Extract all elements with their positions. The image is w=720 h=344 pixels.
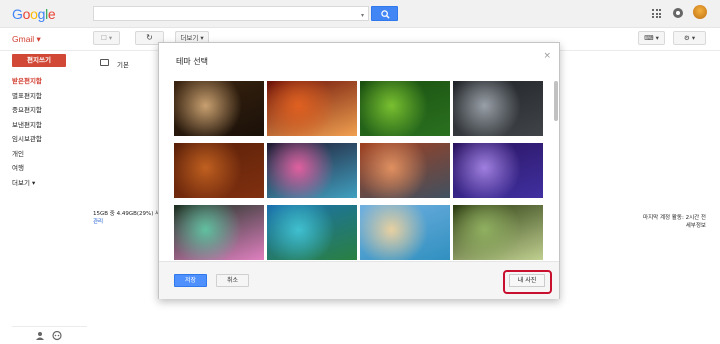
- logo-letter: o: [30, 6, 38, 22]
- notifications-icon[interactable]: [673, 8, 683, 18]
- tab-primary[interactable]: 기본: [117, 59, 129, 69]
- dialog-title: 테마 선택: [176, 57, 208, 66]
- inbox-tab-icon: [100, 59, 109, 66]
- hangouts-icon[interactable]: [52, 331, 62, 341]
- footer-icons: [36, 331, 62, 341]
- avatar[interactable]: [693, 5, 707, 19]
- dialog-footer: 저장 취소 내 사진: [159, 261, 559, 299]
- top-bar: Google ▾: [0, 0, 720, 28]
- search-button[interactable]: [371, 6, 398, 21]
- activity-details-link[interactable]: 세부정보: [643, 222, 706, 230]
- theme-thumbnail-rainbow-light[interactable]: [174, 205, 264, 260]
- logo-letter: G: [12, 6, 23, 22]
- close-icon[interactable]: ×: [543, 51, 551, 61]
- theme-thumbnail-tropical-lake[interactable]: [267, 205, 357, 260]
- sidebar-nav: 받은편지함 별표편지함 중요편지함 보낸편지함 임시보관함 개인 여행 더보기 …: [12, 74, 92, 190]
- logo-letter: o: [22, 6, 31, 22]
- input-tools-button[interactable]: ⌨ ▾: [638, 31, 665, 45]
- gmail-menu[interactable]: Gmail ▾: [12, 34, 41, 45]
- theme-thumbnail-colorful-bokeh[interactable]: [267, 143, 357, 198]
- sidebar-item-travel[interactable]: 여행: [12, 161, 92, 176]
- theme-thumbnail-chess-pieces[interactable]: [174, 81, 264, 136]
- google-logo[interactable]: Google: [12, 6, 56, 22]
- sidebar-item-important[interactable]: 중요편지함: [12, 103, 92, 118]
- select-checkbox-button[interactable]: ☐ ▾: [93, 31, 120, 45]
- sidebar-item-starred[interactable]: 별표편지함: [12, 89, 92, 104]
- account-activity: 마지막 계정 활동: 2시간 전 세부정보: [643, 214, 706, 230]
- theme-thumbnail-beach-walk[interactable]: [360, 205, 450, 260]
- search-input[interactable]: [93, 6, 369, 21]
- theme-thumbnail-red-canyon[interactable]: [267, 81, 357, 136]
- storage-info: 15GB 중 4.49GB(29%) 사 관리: [93, 210, 160, 226]
- manage-storage-link[interactable]: 관리: [93, 218, 160, 226]
- apps-grid-icon[interactable]: [652, 9, 661, 18]
- search-icon: [381, 10, 390, 19]
- save-button[interactable]: 저장: [174, 274, 207, 287]
- logo-letter: e: [47, 6, 56, 22]
- theme-thumbnail-autumn-leaves[interactable]: [174, 143, 264, 198]
- theme-thumbnail-forest-path[interactable]: [453, 205, 543, 260]
- logo-letter: g: [37, 6, 46, 22]
- storage-text: 15GB 중 4.49GB(29%) 사: [93, 211, 161, 217]
- sidebar-item-personal[interactable]: 개인: [12, 147, 92, 162]
- theme-thumbnail-jellyfish[interactable]: [453, 143, 543, 198]
- highlight-box: [503, 270, 552, 294]
- sidebar-item-inbox[interactable]: 받은편지함: [12, 74, 92, 89]
- theme-thumbnail-river-canyon[interactable]: [360, 143, 450, 198]
- divider: [12, 326, 87, 327]
- compose-button[interactable]: 편지쓰기: [12, 54, 66, 67]
- settings-button[interactable]: ⚙ ▾: [673, 31, 706, 45]
- sidebar-item-drafts[interactable]: 임시보관함: [12, 132, 92, 147]
- sidebar-item-sent[interactable]: 보낸편지함: [12, 118, 92, 133]
- theme-thumbnail-metal-pipes[interactable]: [453, 81, 543, 136]
- contacts-icon[interactable]: [36, 332, 44, 340]
- theme-dialog: 테마 선택 × 저장 취소 내 사진: [158, 42, 560, 299]
- sidebar-item-more[interactable]: 더보기 ▾: [12, 176, 92, 191]
- last-activity-text: 마지막 계정 활동: 2시간 전: [643, 215, 706, 221]
- cancel-button[interactable]: 취소: [216, 274, 249, 287]
- scrollbar[interactable]: [554, 81, 558, 121]
- search-options-icon[interactable]: ▾: [361, 12, 364, 19]
- theme-thumbnail-green-caterpillar[interactable]: [360, 81, 450, 136]
